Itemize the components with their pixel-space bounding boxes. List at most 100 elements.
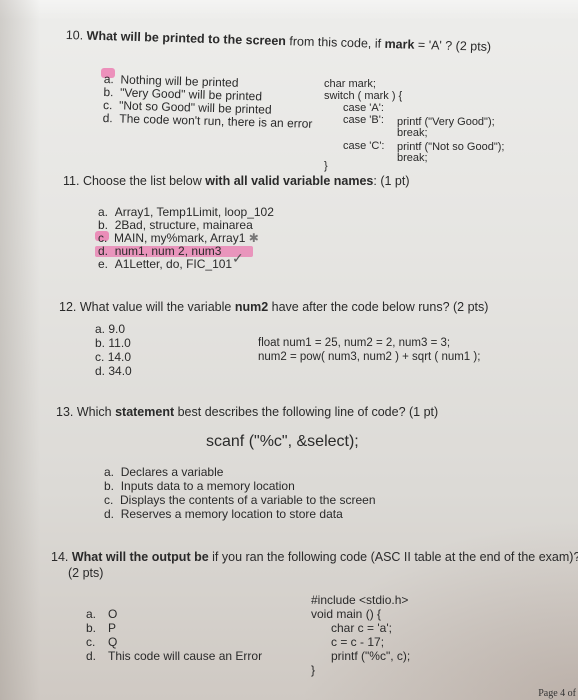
code-line: void main () { [311, 607, 382, 621]
option-letter: d. [98, 244, 109, 258]
question-10-prompt: 10. What will be printed to the screen f… [66, 28, 492, 54]
prompt-bold: statement [115, 405, 175, 419]
prompt-text: : (1 pt) [373, 174, 410, 188]
option-letter: b. [104, 479, 115, 493]
option-letter: d. [104, 507, 115, 521]
question-12-options: a. 9.0 b. 11.0 c. 14.0 d. 34.0 [95, 322, 132, 378]
option-b[interactable]: b. 11.0 [95, 336, 132, 350]
code-line: } [311, 663, 316, 677]
option-d[interactable]: d. num1, num 2, num3 [98, 244, 274, 258]
option-letter: a. [104, 465, 115, 479]
code-line: case 'C': [343, 140, 385, 152]
question-13-prompt: 13. Which statement best describes the f… [56, 405, 438, 419]
paper-shading [0, 0, 578, 20]
code-line: scanf ("%c", &select); [206, 433, 359, 450]
code-line: break; [397, 127, 428, 139]
code-line: char c = 'a'; [331, 621, 392, 635]
option-c[interactable]: c. Displays the contents of a variable t… [104, 493, 376, 507]
option-a[interactable]: a. Array1, Temp1Limit, loop_102 [98, 205, 274, 219]
code-line: #include <stdio.h> [311, 593, 409, 607]
prompt-text: Choose the list below [82, 174, 206, 188]
option-a[interactable]: a. O [86, 607, 262, 621]
option-text: 9.0 [108, 322, 126, 336]
option-d[interactable]: d. Reserves a memory location to store d… [104, 507, 376, 521]
option-text: Reserves a memory location to store data [120, 507, 343, 521]
code-line: case 'A': [343, 102, 384, 114]
prompt-bold: What will the output be [71, 550, 209, 564]
option-text: 2Bad, structure, mainarea [114, 218, 253, 232]
option-text: 11.0 [108, 336, 131, 350]
option-letter: a. [98, 205, 109, 219]
question-number: 10. [65, 28, 84, 43]
prompt-text: What value will the variable [79, 300, 235, 314]
option-a[interactable]: a. Declares a variable [104, 465, 376, 479]
option-text: num1, num 2, num3 [114, 244, 222, 258]
option-d[interactable]: d. 34.0 [95, 364, 132, 378]
code-line: switch ( mark ) { [324, 90, 403, 102]
prompt-bold: num2 [234, 300, 269, 314]
option-text: O [108, 607, 118, 621]
question-number: 12. [59, 300, 77, 314]
question-14-options: a. O b. P c. Q d. This code will cause an Er… [86, 607, 262, 663]
paper-shading [0, 0, 40, 700]
option-letter: c. [95, 350, 105, 364]
code-line: c = c - 17; [331, 635, 385, 649]
prompt-bold: What will be printed to the screen [86, 28, 287, 49]
code-line: char mark; [324, 78, 376, 90]
code-line: } [324, 160, 328, 172]
question-10-options: a. Nothing will be printed b. "Very Good… [102, 72, 314, 131]
option-letter: d. [86, 649, 97, 663]
option-text: Array1, Temp1Limit, loop_102 [114, 205, 274, 219]
option-d[interactable]: d. This code will cause an Error [86, 649, 262, 663]
code-line: float num1 = 25, num2 = 2, num3 = 3; [258, 337, 451, 349]
option-b[interactable]: b. P [86, 621, 262, 635]
code-line: num2 = pow( num3, num2 ) + sqrt ( num1 )… [258, 351, 481, 363]
option-b[interactable]: b. Inputs data to a memory location [104, 479, 376, 493]
option-c[interactable]: c. Q [86, 635, 262, 649]
option-letter: c. [86, 635, 96, 649]
option-text: 14.0 [107, 350, 132, 364]
option-text: Inputs data to a memory location [120, 479, 295, 493]
option-letter: b. [86, 621, 97, 635]
question-14-points: (2 pts) [68, 566, 104, 580]
prompt-text: Which [76, 405, 116, 419]
question-11-options: a. Array1, Temp1Limit, loop_102 b. 2Bad,… [98, 205, 274, 271]
option-text: A1Letter, do, FIC_101 [114, 257, 233, 271]
question-14-prompt: 14. What will the output be if you ran t… [51, 550, 578, 564]
option-letter: e. [98, 257, 109, 271]
option-letter: c. [98, 231, 108, 245]
code-line: case 'B': [343, 114, 384, 126]
option-text: Displays the contents of a variable to t… [120, 493, 376, 507]
option-text: This code will cause an Error [108, 649, 263, 663]
prompt-text: from this code, if [285, 34, 385, 51]
checkmark-icon: ✓ [232, 250, 244, 266]
prompt-bold: mark [384, 36, 415, 52]
option-b[interactable]: b. 2Bad, structure, mainarea [98, 218, 274, 232]
code-line: printf ("%c", c); [331, 649, 411, 663]
question-11-prompt: 11. Choose the list below with all valid… [63, 174, 410, 188]
question-number: 14. [51, 550, 69, 564]
page-number: Page 4 of [538, 688, 576, 699]
option-letter: a. [86, 607, 97, 621]
option-letter: d. [95, 364, 106, 378]
option-c[interactable]: c. 14.0 [95, 350, 132, 364]
question-number: 13. [56, 405, 74, 419]
asterisk-annotation-icon: ✱ [248, 231, 259, 245]
option-a[interactable]: a. 9.0 [95, 322, 132, 336]
option-c[interactable]: c. MAIN, my%mark, Array1 ✱ [98, 231, 274, 245]
prompt-text: have after the code below runs? (2 pts) [268, 300, 489, 314]
prompt-text: if you ran the following code (ASC II ta… [208, 550, 578, 564]
prompt-text: = 'A' ? (2 pts) [414, 37, 492, 54]
prompt-bold: with all valid variable names [205, 174, 374, 188]
question-13-options: a. Declares a variable b. Inputs data to… [104, 465, 376, 521]
option-letter: a. [95, 322, 106, 336]
option-text: Q [108, 635, 118, 649]
option-letter: d. [102, 110, 113, 126]
option-letter: b. [98, 218, 109, 232]
option-text: P [108, 621, 117, 635]
option-letter: c. [104, 493, 114, 507]
code-line: break; [397, 152, 428, 164]
question-12-prompt: 12. What value will the variable num2 ha… [59, 300, 488, 314]
option-text: MAIN, my%mark, Array1 [114, 231, 246, 245]
option-e[interactable]: e. A1Letter, do, FIC_101 [98, 257, 274, 271]
